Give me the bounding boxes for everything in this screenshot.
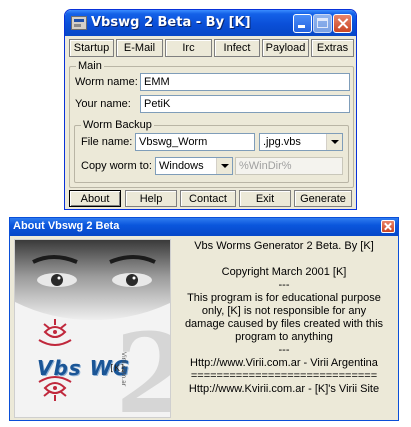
email-button[interactable]: E-Mail	[116, 39, 163, 57]
maximize-button[interactable]	[313, 14, 332, 33]
about-titlebar[interactable]: About Vbswg 2 Beta	[10, 218, 398, 236]
about-line: Http://www.Kvirii.com.ar - [K]'s Virii S…	[188, 383, 380, 395]
about-line: program to anything	[235, 331, 333, 343]
about-line: =============================	[190, 370, 378, 382]
about-text-block: Vbs Worms Generator 2 Beta. By [K] Copyr…	[172, 240, 396, 396]
main-window-title: Vbswg 2 Beta - By [K]	[91, 15, 251, 30]
contact-button[interactable]: Contact	[180, 190, 236, 207]
startup-button[interactable]: Startup	[69, 39, 114, 57]
worm-backup-group: Worm Backup File name: Vbswg_Worm .jpg.v…	[74, 119, 349, 183]
about-close-button[interactable]	[381, 220, 395, 233]
irc-button[interactable]: Irc	[165, 39, 212, 57]
copy-location-value: Windows	[159, 160, 204, 172]
main-group: Main Worm name: EMM Your name: PetiK Wor…	[69, 60, 354, 188]
about-button[interactable]: About	[69, 190, 121, 207]
copy-location-select[interactable]: Windows	[155, 157, 233, 175]
exit-button[interactable]: Exit	[239, 190, 291, 207]
about-line: ---	[278, 344, 290, 356]
worm-name-label: Worm name:	[75, 76, 138, 88]
worm-name-input[interactable]: EMM	[140, 73, 350, 91]
about-line: Copyright March 2001 [K]	[221, 266, 347, 278]
splash-site-text: Virii.com.ar	[120, 352, 127, 387]
chevron-down-icon[interactable]	[326, 134, 342, 150]
extension-value: .jpg.vbs	[263, 136, 301, 148]
app-icon	[71, 16, 87, 30]
splash-image: 2 Vbs WG [K] Virii.com.ar	[14, 239, 171, 418]
help-button[interactable]: Help	[125, 190, 177, 207]
your-name-label: Your name:	[75, 98, 131, 110]
extension-select[interactable]: .jpg.vbs	[259, 133, 343, 151]
about-line: only, [K] is not responsible for any	[201, 305, 367, 317]
main-titlebar[interactable]: Vbswg 2 Beta - By [K]	[65, 10, 356, 36]
about-window: About Vbswg 2 Beta Vbs WG [K] Virii.com.…	[9, 217, 399, 421]
extras-button[interactable]: Extras	[311, 39, 354, 57]
payload-button[interactable]: Payload	[262, 39, 309, 57]
splash-art: 2	[15, 240, 170, 417]
about-line: ---	[278, 279, 290, 291]
main-group-legend: Main	[76, 60, 104, 72]
main-window: Vbswg 2 Beta - By [K] Startup E-Mail Irc…	[64, 9, 357, 210]
your-name-input[interactable]: PetiK	[140, 95, 350, 113]
about-line: Http://www.Virii.com.ar - Virii Argentin…	[190, 357, 378, 369]
copy-worm-label: Copy worm to:	[81, 160, 152, 172]
worm-backup-legend: Worm Backup	[81, 119, 154, 131]
generate-button[interactable]: Generate	[294, 190, 352, 207]
chevron-down-icon[interactable]	[216, 158, 232, 174]
about-line	[172, 253, 396, 266]
file-name-input[interactable]: Vbswg_Worm	[135, 133, 255, 151]
infect-button[interactable]: Infect	[214, 39, 260, 57]
about-line: damage caused by files created with this	[184, 318, 384, 330]
about-window-title: About Vbswg 2 Beta	[13, 220, 120, 232]
file-name-label: File name:	[81, 136, 133, 148]
close-button[interactable]	[333, 14, 352, 33]
about-line: This program is for educational purpose	[187, 292, 381, 304]
about-line: Vbs Worms Generator 2 Beta. By [K]	[194, 240, 374, 252]
copy-path-input: %WinDir%	[235, 157, 343, 175]
minimize-button[interactable]	[293, 14, 312, 33]
